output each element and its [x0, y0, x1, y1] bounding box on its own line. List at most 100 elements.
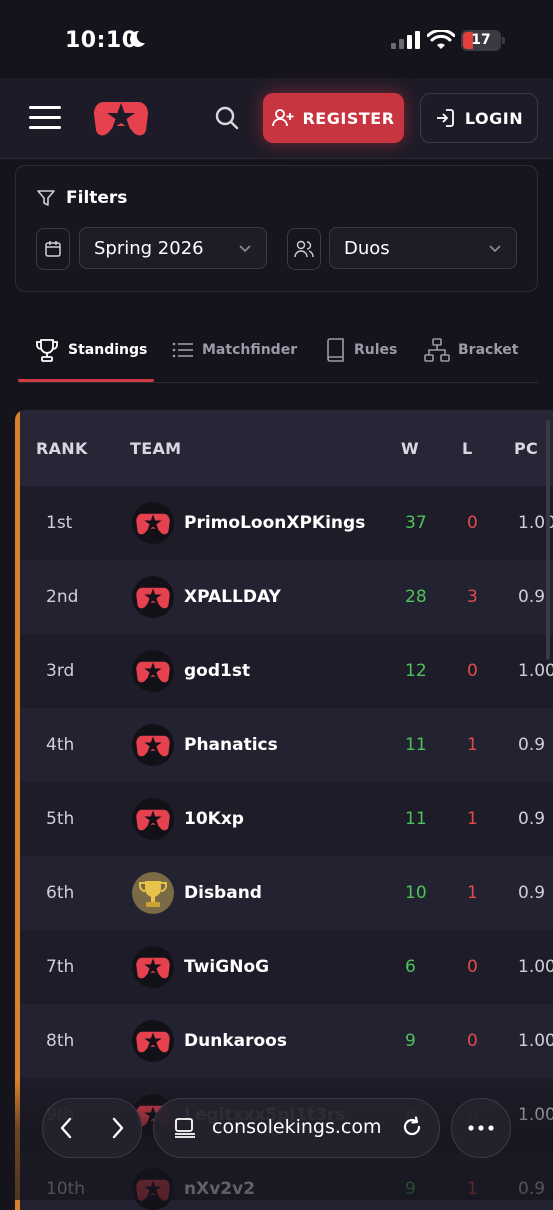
team-name[interactable]: god1st — [184, 661, 250, 681]
tab-matchfinder[interactable]: Matchfinder — [172, 330, 297, 370]
pct-cell: 0.9 — [518, 735, 546, 755]
losses-cell: 0 — [467, 1031, 478, 1051]
rank-cell: 1st — [46, 513, 73, 533]
battery-icon: 17 — [461, 30, 501, 51]
pct-cell: 1.00 — [518, 957, 553, 977]
header-pct: PC — [514, 439, 539, 458]
rank-cell: 3rd — [46, 661, 75, 681]
team-name[interactable]: Disband — [184, 883, 262, 903]
wins-cell: 37 — [405, 513, 427, 533]
pct-cell: 0.9 — [518, 883, 546, 903]
rank-cell: 8th — [46, 1031, 75, 1051]
tab-rules[interactable]: Rules — [324, 330, 397, 370]
wins-cell: 9 — [405, 1031, 416, 1051]
losses-cell: 1 — [467, 809, 478, 829]
login-label: LOGIN — [464, 108, 524, 128]
menu-button[interactable] — [29, 104, 61, 130]
search-icon[interactable] — [214, 105, 240, 131]
site-header: REGISTER LOGIN — [0, 78, 553, 159]
losses-cell: 0 — [467, 957, 478, 977]
season-select[interactable]: Spring 2026 — [79, 227, 267, 269]
table-row[interactable]: 5th 10Kxp 11 1 0.9 — [20, 782, 553, 856]
team-name[interactable]: TwiGNoG — [184, 957, 269, 977]
losses-cell: 1 — [467, 883, 478, 903]
filters-panel: Filters Spring 2026 Duos — [15, 165, 538, 292]
table-row[interactable]: 8th Dunkaroos 9 0 1.00 — [20, 1004, 553, 1078]
team-name[interactable]: Phanatics — [184, 735, 278, 755]
wins-cell: 11 — [405, 735, 427, 755]
filters-title: Filters — [36, 188, 127, 208]
tab-standings[interactable]: Standings — [34, 330, 147, 370]
team-name[interactable]: PrimoLoonXPKings — [184, 513, 365, 533]
team-avatar[interactable] — [132, 946, 174, 988]
address-bar[interactable]: consolekings.com — [153, 1098, 440, 1158]
rank-cell: 6th — [46, 883, 75, 903]
wifi-icon — [427, 30, 455, 49]
browser-toolbar: consolekings.com — [0, 1080, 553, 1200]
table-row[interactable]: 3rd god1st 12 0 1.00 — [20, 634, 553, 708]
reload-icon[interactable] — [401, 1116, 423, 1138]
pct-cell: 0.9 — [518, 587, 546, 607]
bracket-icon — [424, 338, 450, 362]
browser-nav-buttons — [42, 1098, 142, 1158]
rank-cell: 7th — [46, 957, 75, 977]
table-row[interactable]: 7th TwiGNoG 6 0 1.00 — [20, 930, 553, 1004]
team-avatar[interactable] — [132, 724, 174, 766]
pct-cell: 0.9 — [518, 809, 546, 829]
table-row[interactable]: 6th Disband 10 1 0.9 — [20, 856, 553, 930]
wins-cell: 28 — [405, 587, 427, 607]
losses-cell: 1 — [467, 735, 478, 755]
team-avatar[interactable] — [132, 576, 174, 618]
list-icon — [172, 342, 193, 358]
losses-cell: 0 — [467, 513, 478, 533]
header-l: L — [462, 439, 473, 458]
team-avatar[interactable] — [132, 502, 174, 544]
table-row[interactable]: 4th Phanatics 11 1 0.9 — [20, 708, 553, 782]
team-avatar[interactable] — [132, 798, 174, 840]
url-text: consolekings.com — [212, 1116, 382, 1138]
rank-cell: 5th — [46, 809, 75, 829]
more-icon — [468, 1125, 494, 1131]
table-row[interactable]: 2nd XPALLDAY 28 3 0.9 — [20, 560, 553, 634]
team-name[interactable]: XPALLDAY — [184, 587, 281, 607]
mode-value: Duos — [344, 237, 390, 259]
battery-level: 17 — [471, 32, 491, 48]
table-scrollbar[interactable] — [546, 420, 550, 660]
users-icon — [287, 228, 321, 270]
add-user-icon — [272, 109, 294, 127]
more-button[interactable] — [451, 1098, 511, 1158]
header-team: TEAM — [130, 439, 182, 458]
filter-icon — [37, 190, 55, 206]
page-settings-icon[interactable] — [174, 1118, 196, 1138]
login-button[interactable]: LOGIN — [420, 93, 538, 143]
team-name[interactable]: Dunkaroos — [184, 1031, 287, 1051]
season-value: Spring 2026 — [94, 237, 204, 259]
trophy-icon — [36, 339, 58, 362]
table-row[interactable]: 1st PrimoLoonXPKings 37 0 1.00 — [20, 486, 553, 560]
consolekings-logo[interactable] — [94, 96, 148, 138]
register-label: REGISTER — [302, 108, 395, 128]
table-header: RANK TEAM W L PC — [20, 410, 553, 486]
forward-icon[interactable] — [111, 1117, 125, 1139]
tab-bracket[interactable]: Bracket — [424, 330, 518, 370]
back-icon[interactable] — [59, 1117, 73, 1139]
pct-cell: 1.00 — [518, 1031, 553, 1051]
register-button[interactable]: REGISTER — [263, 93, 404, 143]
rank-cell: 4th — [46, 735, 75, 755]
book-icon — [327, 338, 344, 362]
calendar-icon — [36, 228, 70, 270]
mode-select[interactable]: Duos — [329, 227, 517, 269]
rank-cell: 2nd — [46, 587, 79, 607]
chevron-down-icon — [489, 245, 501, 253]
pct-cell: 1.00 — [518, 661, 553, 681]
wins-cell: 10 — [405, 883, 427, 903]
header-w: W — [401, 439, 419, 458]
tab-bar: Standings Matchfinder Rules Bracket — [18, 330, 538, 383]
team-avatar[interactable] — [132, 872, 174, 914]
losses-cell: 3 — [467, 587, 478, 607]
status-bar: 10:10 17 — [0, 0, 553, 78]
team-avatar[interactable] — [132, 650, 174, 692]
team-avatar[interactable] — [132, 1020, 174, 1062]
team-name[interactable]: 10Kxp — [184, 809, 244, 829]
wins-cell: 12 — [405, 661, 427, 681]
